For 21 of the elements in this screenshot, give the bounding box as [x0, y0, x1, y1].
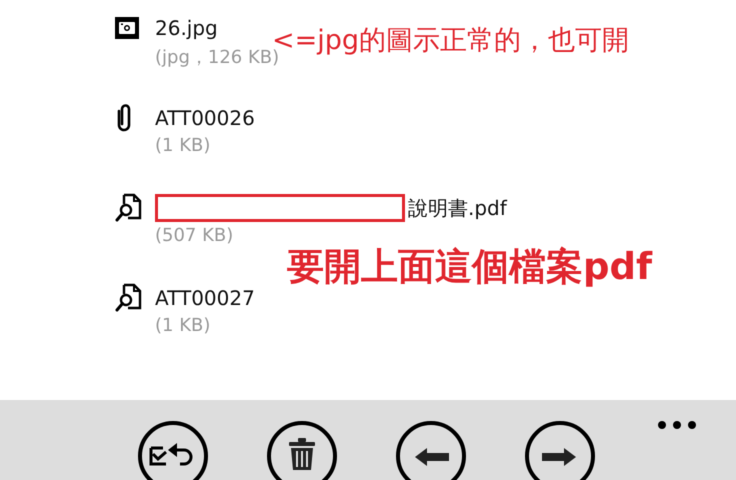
reply-all-icon — [150, 443, 192, 466]
trash-icon — [289, 438, 315, 470]
more-icon[interactable] — [657, 420, 697, 430]
left-arrow-icon — [415, 448, 449, 466]
delete-button[interactable] — [267, 421, 337, 480]
document-search-icon — [115, 283, 143, 313]
next-button[interactable] — [525, 421, 595, 480]
paperclip-icon — [115, 103, 133, 133]
annotation-text: 要開上面這個檔案pdf — [287, 245, 652, 288]
photo-icon — [115, 17, 139, 39]
file-name[interactable]: 26.jpg — [155, 16, 218, 40]
previous-button[interactable] — [396, 421, 466, 480]
file-size: (1 KB) — [155, 315, 212, 336]
file-size: (1 KB) — [155, 135, 212, 156]
reply-all-button[interactable] — [138, 421, 208, 480]
file-name[interactable]: 說明書.pdf — [408, 194, 507, 222]
right-arrow-icon — [542, 448, 576, 466]
file-size: (507 KB) — [155, 225, 234, 246]
file-name[interactable]: ATT00026 — [155, 106, 255, 130]
file-name[interactable]: ATT00027 — [155, 286, 255, 310]
document-search-icon — [115, 193, 143, 223]
